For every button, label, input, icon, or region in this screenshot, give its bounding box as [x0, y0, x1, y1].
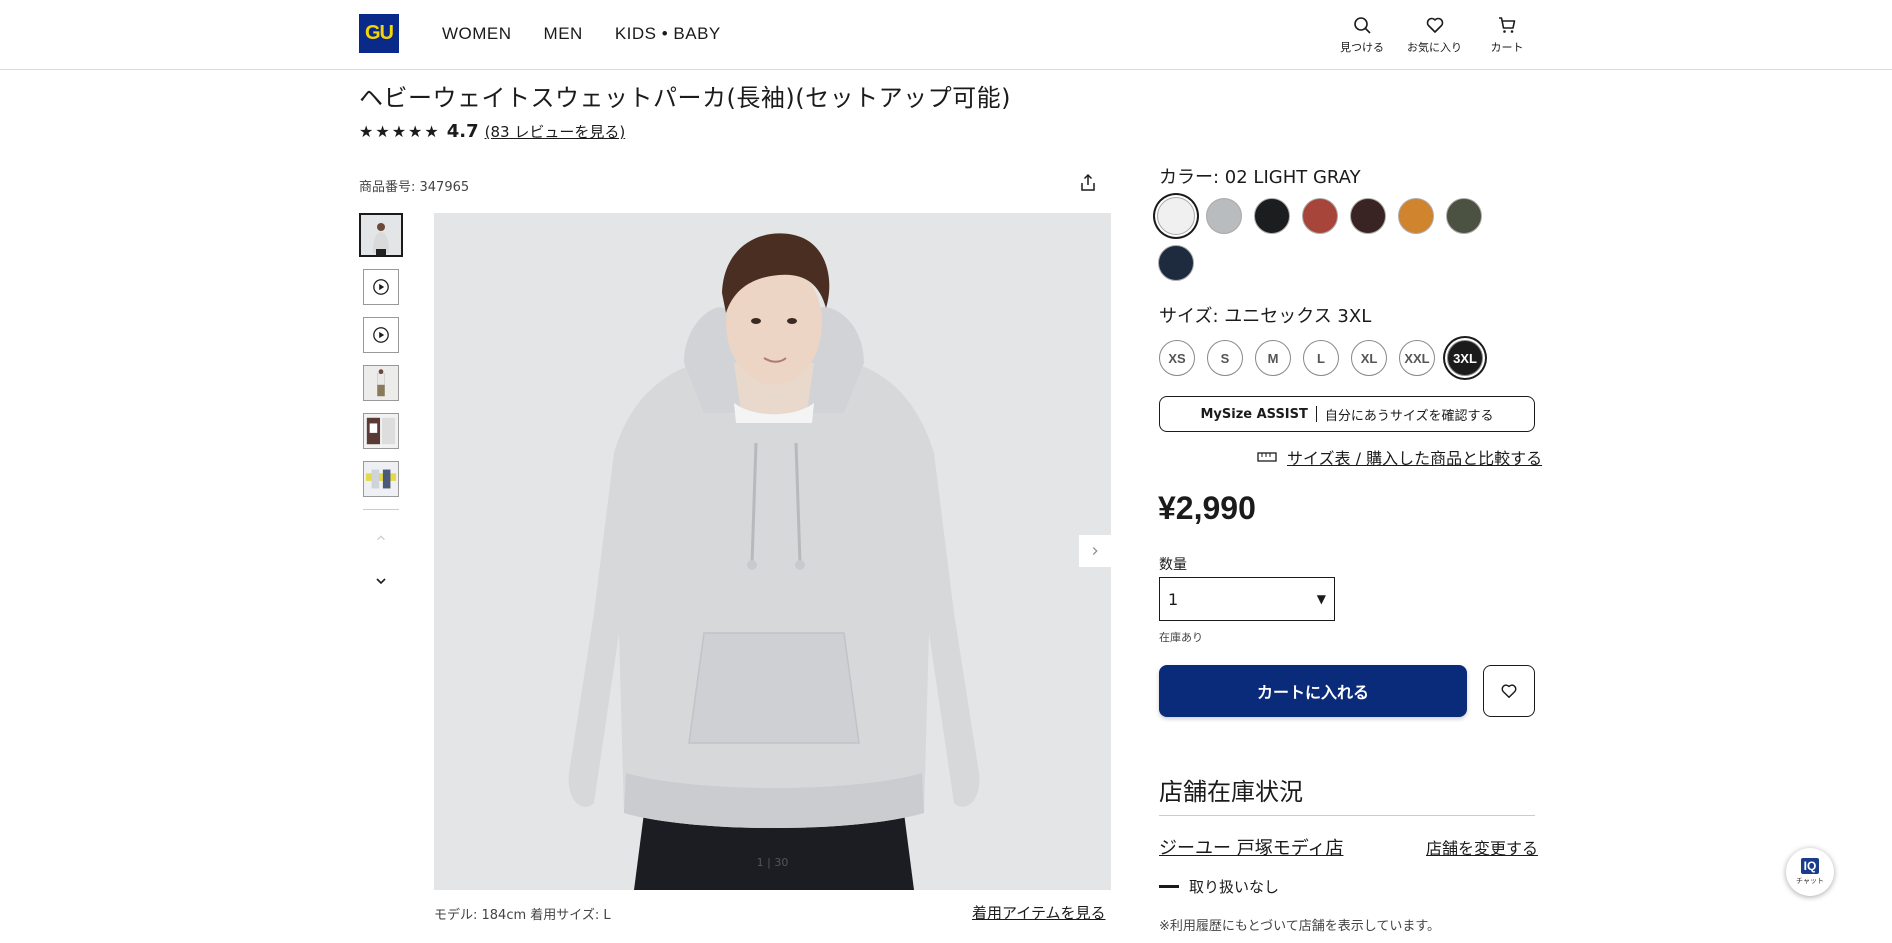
- chevron-right-icon: [1092, 547, 1098, 555]
- thumbnail-figure: [364, 414, 398, 448]
- size-option[interactable]: XXL: [1399, 340, 1435, 376]
- main-nav: WOMEN MEN KIDS • BABY: [442, 24, 721, 44]
- gu-logo[interactable]: GU: [359, 14, 399, 53]
- caret-down-icon: ▼: [1316, 592, 1326, 606]
- share-button[interactable]: [1077, 172, 1099, 194]
- quantity-value: 1: [1168, 589, 1179, 609]
- size-options: XS S M L XL XXL 3XL: [1159, 340, 1483, 376]
- change-store-link[interactable]: 店舗を変更する: [1426, 835, 1538, 859]
- play-icon: [373, 327, 389, 343]
- product-photo: [434, 213, 1111, 890]
- color-swatch[interactable]: [1254, 198, 1290, 234]
- store-divider: [1159, 815, 1535, 816]
- color-swatch[interactable]: [1206, 198, 1242, 234]
- site-header: GU WOMEN MEN KIDS • BABY 見つける お気に入り カート: [0, 0, 1892, 70]
- product-title: ヘビーウェイトスウェットパーカ(長袖)(セットアップ可能): [359, 84, 1011, 112]
- cart-button[interactable]: カート: [1482, 15, 1532, 55]
- search-label: 見つける: [1340, 41, 1384, 54]
- store-status-text: 取り扱いなし: [1189, 878, 1280, 896]
- ruler-icon: [1257, 452, 1277, 462]
- heart-icon: [1501, 684, 1517, 699]
- mysize-text: 自分にあうサイズを確認する: [1324, 408, 1494, 424]
- mysize-brand: MySize ASSIST: [1200, 406, 1308, 422]
- size-option[interactable]: XS: [1159, 340, 1195, 376]
- search-icon: [1354, 17, 1371, 34]
- thumbnail-video[interactable]: [363, 317, 399, 353]
- thumbnail-list: [359, 213, 403, 592]
- color-swatch[interactable]: [1302, 198, 1338, 234]
- color-swatch[interactable]: [1157, 197, 1195, 235]
- review-link[interactable]: (83 レビューを見る): [485, 121, 626, 142]
- store-name-link[interactable]: ジーユー 戸塚モディ店: [1159, 834, 1343, 860]
- search-button[interactable]: 見つける: [1337, 15, 1387, 55]
- nav-men[interactable]: MEN: [544, 24, 583, 44]
- image-next-button[interactable]: [1079, 535, 1111, 567]
- stock-status: 在庫あり: [1159, 631, 1203, 644]
- rating-stars: ★★★★★: [359, 122, 441, 141]
- add-to-cart-button[interactable]: カートに入れる: [1159, 665, 1467, 717]
- color-label: カラー: 02 LIGHT GRAY: [1159, 167, 1361, 188]
- size-option[interactable]: L: [1303, 340, 1339, 376]
- color-swatch[interactable]: [1446, 198, 1482, 234]
- thumbnail-video[interactable]: [363, 269, 399, 305]
- thumbnail-scroll-up[interactable]: [359, 532, 403, 548]
- cart-icon: [1499, 17, 1516, 33]
- chevron-down-icon: [376, 578, 386, 585]
- thumbnail-image[interactable]: [363, 413, 399, 449]
- size-option[interactable]: 3XL: [1447, 340, 1483, 376]
- chat-button[interactable]: IQ チャット: [1786, 848, 1834, 896]
- header-actions: 見つける お気に入り カート: [1337, 15, 1532, 55]
- chevron-up-icon: [377, 535, 385, 541]
- size-option[interactable]: M: [1255, 340, 1291, 376]
- mysize-divider: [1315, 406, 1317, 422]
- nav-women[interactable]: WOMEN: [442, 24, 512, 44]
- product-number: 商品番号: 347965: [359, 180, 470, 195]
- store-stock-heading: 店舗在庫状況: [1159, 778, 1303, 806]
- size-option[interactable]: XL: [1351, 340, 1387, 376]
- thumbnail-image[interactable]: [359, 213, 403, 257]
- store-note: ※利用履歴にもとづいて店舗を表示しています。: [1159, 919, 1441, 934]
- mysize-assist-button[interactable]: MySize ASSIST 自分にあうサイズを確認する: [1159, 396, 1535, 432]
- thumbnail-image[interactable]: [363, 461, 399, 497]
- favorites-label: お気に入り: [1407, 41, 1462, 54]
- chat-label: チャット: [1796, 877, 1824, 885]
- thumbnail-divider: [363, 509, 399, 510]
- play-icon: [373, 279, 389, 295]
- nav-kids-baby[interactable]: KIDS • BABY: [615, 24, 721, 44]
- quantity-label: 数量: [1159, 557, 1187, 573]
- store-availability: 取り扱いなし: [1159, 876, 1279, 897]
- color-swatch[interactable]: [1158, 245, 1194, 281]
- size-option[interactable]: S: [1207, 340, 1243, 376]
- color-swatch[interactable]: [1398, 198, 1434, 234]
- rating-value: 4.7: [446, 121, 479, 142]
- unavailable-dash-icon: [1159, 885, 1179, 888]
- share-icon: [1081, 173, 1095, 191]
- view-worn-items-link[interactable]: 着用アイテムを見る: [972, 902, 1106, 923]
- iq-badge: IQ: [1800, 858, 1820, 874]
- thumbnail-figure: [364, 462, 398, 496]
- image-counter: 1 | 30: [756, 856, 789, 869]
- main-product-image[interactable]: 1 | 30: [434, 213, 1111, 890]
- product-rating: ★★★★★ 4.7 (83 レビューを見る): [359, 121, 625, 142]
- price: ¥2,990: [1158, 490, 1256, 526]
- size-chart-text: サイズ表 / 購入した商品と比較する: [1287, 449, 1543, 468]
- thumbnail-scroll-down[interactable]: [359, 574, 403, 592]
- thumbnail-image[interactable]: [363, 365, 399, 401]
- thumbnail-figure: [364, 366, 398, 400]
- thumbnail-figure: [361, 215, 401, 255]
- cart-label: カート: [1490, 41, 1524, 54]
- add-to-favorites-button[interactable]: [1483, 665, 1535, 717]
- quantity-select[interactable]: 1 ▼: [1159, 577, 1335, 621]
- color-swatch[interactable]: [1350, 198, 1386, 234]
- size-chart-link[interactable]: サイズ表 / 購入した商品と比較する: [1257, 445, 1542, 469]
- size-label: サイズ: ユニセックス 3XL: [1159, 306, 1372, 327]
- model-info: モデル: 184cm 着用サイズ: L: [434, 908, 611, 923]
- color-swatches: [1157, 197, 1498, 281]
- logo-text: GU: [365, 22, 394, 44]
- favorites-button[interactable]: お気に入り: [1407, 15, 1462, 55]
- heart-icon: [1426, 17, 1443, 33]
